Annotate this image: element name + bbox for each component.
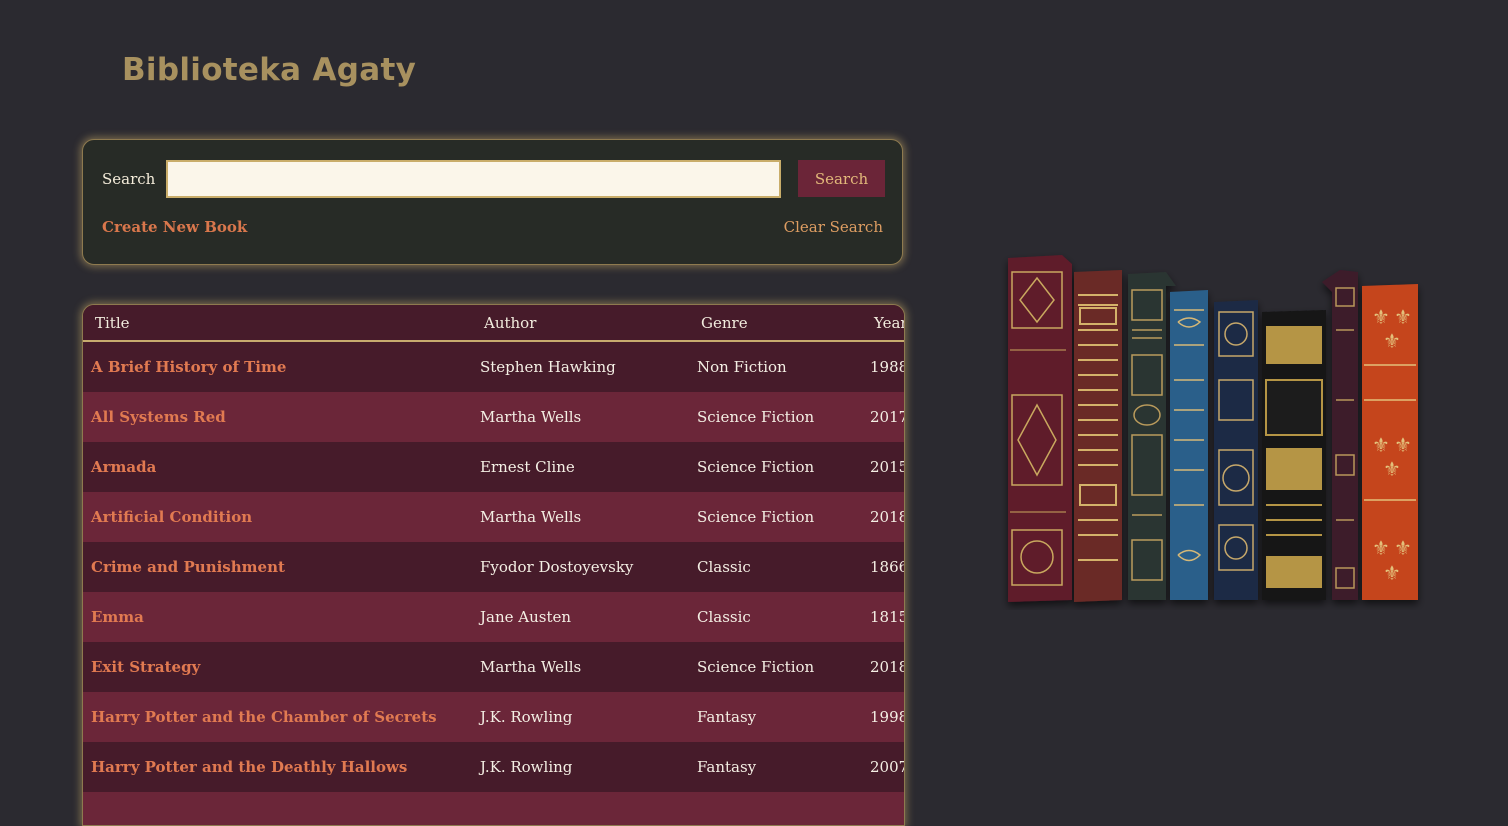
cell-title: Harry Potter and the Deathly Hallows: [83, 742, 472, 792]
books-table-body: A Brief History of Time Stephen Hawking …: [83, 341, 904, 825]
svg-text:⚜: ⚜: [1383, 561, 1401, 585]
cell-author: Martha Wells: [472, 492, 689, 542]
svg-text:⚜: ⚜: [1372, 305, 1390, 329]
cell-genre: Classic: [689, 592, 862, 642]
cell-genre: Non Fiction: [689, 341, 862, 392]
column-header-year: Year: [862, 305, 904, 342]
cell-year: 1988: [862, 341, 904, 392]
table-row: Harry Potter and the Chamber of Secrets …: [83, 692, 904, 742]
site-title: Biblioteka Agaty: [122, 52, 417, 88]
book-spine-navy: [1214, 300, 1258, 600]
column-header-title: Title: [83, 305, 472, 342]
cell-genre: Science Fiction: [689, 642, 862, 692]
table-row-partial: [83, 792, 904, 825]
search-button[interactable]: Search: [798, 160, 885, 197]
cell-author: J.K. Rowling: [472, 692, 689, 742]
book-title-link[interactable]: Emma: [91, 608, 144, 626]
cell-author: Martha Wells: [472, 392, 689, 442]
svg-text:⚜: ⚜: [1383, 457, 1401, 481]
book-title-link[interactable]: Exit Strategy: [91, 658, 200, 676]
cell-author: [472, 792, 689, 825]
book-spine-black: [1262, 310, 1326, 600]
cell-year: 1866: [862, 542, 904, 592]
cell-year: 2018: [862, 642, 904, 692]
table-header-row: Title Author Genre Year: [83, 305, 904, 342]
table-row: A Brief History of Time Stephen Hawking …: [83, 341, 904, 392]
cell-title: Exit Strategy: [83, 642, 472, 692]
cell-title: All Systems Red: [83, 392, 472, 442]
cell-genre: Classic: [689, 542, 862, 592]
cell-year: [862, 792, 904, 825]
cell-genre: Science Fiction: [689, 492, 862, 542]
book-title-link[interactable]: Artificial Condition: [91, 508, 252, 526]
books-table: Title Author Genre Year A Brief History …: [83, 305, 904, 825]
book-spine-orange-red: ⚜ ⚜ ⚜ ⚜ ⚜ ⚜ ⚜ ⚜ ⚜: [1362, 284, 1418, 600]
column-header-author: Author: [472, 305, 689, 342]
search-label: Search: [102, 170, 156, 188]
book-spine-brown: [1074, 270, 1122, 602]
book-spine-dark-green: [1128, 272, 1176, 600]
book-spine-blue: [1170, 290, 1208, 600]
cell-author: J.K. Rowling: [472, 742, 689, 792]
search-input[interactable]: [166, 160, 781, 198]
cell-genre: Science Fiction: [689, 442, 862, 492]
cell-author: Martha Wells: [472, 642, 689, 692]
cell-author: Fyodor Dostoyevsky: [472, 542, 689, 592]
cell-author: Jane Austen: [472, 592, 689, 642]
table-row: Exit Strategy Martha Wells Science Ficti…: [83, 642, 904, 692]
book-spine-maroon: [1008, 255, 1072, 602]
clear-search-link[interactable]: Clear Search: [784, 218, 883, 236]
cell-title: Artificial Condition: [83, 492, 472, 542]
book-title-link[interactable]: Armada: [91, 458, 156, 476]
book-title-link[interactable]: Harry Potter and the Chamber of Secrets: [91, 708, 437, 726]
bookshelf-image: ⚜ ⚜ ⚜ ⚜ ⚜ ⚜ ⚜ ⚜ ⚜: [1008, 255, 1418, 602]
book-title-link[interactable]: Harry Potter and the Deathly Hallows: [91, 758, 407, 776]
cell-title: [83, 792, 472, 825]
cell-year: 2007: [862, 742, 904, 792]
book-title-link[interactable]: A Brief History of Time: [91, 358, 286, 376]
table-row: All Systems Red Martha Wells Science Fic…: [83, 392, 904, 442]
cell-title: Armada: [83, 442, 472, 492]
cell-year: 2017: [862, 392, 904, 442]
cell-year: 1998: [862, 692, 904, 742]
search-panel: Search Search Create New Book Clear Sear…: [82, 139, 903, 265]
table-row: Harry Potter and the Deathly Hallows J.K…: [83, 742, 904, 792]
cell-author: Ernest Cline: [472, 442, 689, 492]
cell-title: Crime and Punishment: [83, 542, 472, 592]
table-row: Armada Ernest Cline Science Fiction 2015: [83, 442, 904, 492]
svg-text:⚜: ⚜: [1394, 433, 1412, 457]
book-title-link[interactable]: Crime and Punishment: [91, 558, 285, 576]
cell-year: 1815: [862, 592, 904, 642]
svg-text:⚜: ⚜: [1372, 433, 1390, 457]
cell-title: A Brief History of Time: [83, 341, 472, 392]
cell-genre: Fantasy: [689, 692, 862, 742]
cell-genre: [689, 792, 862, 825]
column-header-genre: Genre: [689, 305, 862, 342]
create-new-book-link[interactable]: Create New Book: [102, 218, 247, 236]
books-table-panel: Title Author Genre Year A Brief History …: [82, 304, 905, 826]
cell-author: Stephen Hawking: [472, 341, 689, 392]
table-row: Artificial Condition Martha Wells Scienc…: [83, 492, 904, 542]
svg-text:⚜: ⚜: [1372, 536, 1390, 560]
cell-title: Emma: [83, 592, 472, 642]
svg-text:⚜: ⚜: [1394, 305, 1412, 329]
cell-genre: Fantasy: [689, 742, 862, 792]
cell-genre: Science Fiction: [689, 392, 862, 442]
cell-year: 2015: [862, 442, 904, 492]
book-spine-thin-purple: [1322, 270, 1358, 600]
table-row: Emma Jane Austen Classic 1815: [83, 592, 904, 642]
book-title-link[interactable]: All Systems Red: [91, 408, 226, 426]
table-row: Crime and Punishment Fyodor Dostoyevsky …: [83, 542, 904, 592]
cell-title: Harry Potter and the Chamber of Secrets: [83, 692, 472, 742]
cell-year: 2018: [862, 492, 904, 542]
svg-text:⚜: ⚜: [1394, 536, 1412, 560]
svg-text:⚜: ⚜: [1383, 329, 1401, 353]
